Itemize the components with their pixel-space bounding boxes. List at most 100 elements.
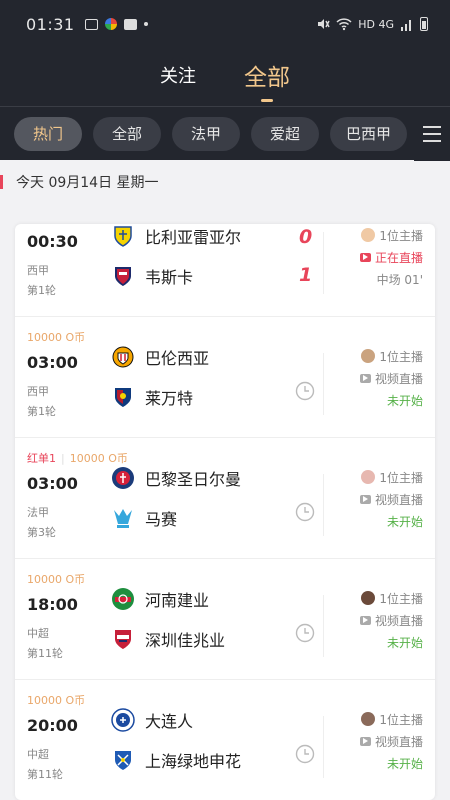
gallery-icon — [84, 18, 98, 30]
away-team: 莱万特 — [111, 385, 193, 409]
home-team: 河南建业 — [111, 587, 209, 611]
tab-follow[interactable]: 关注 — [160, 62, 196, 92]
more-dot-icon — [143, 22, 148, 26]
status-time: 01:31 — [26, 14, 75, 34]
coin-tag: 10000 O币 — [27, 331, 86, 344]
match-item[interactable]: 00:30 西甲 第1轮 比利亚雷亚尔 韦斯卡 0 1 1位主播 正在直播 中场… — [15, 224, 435, 317]
team-name: 河南建业 — [145, 591, 210, 610]
divider — [323, 716, 324, 778]
coin-tag: 10000 O币 — [27, 694, 86, 707]
match-tags: 10000 O币 — [15, 680, 435, 708]
tab-all[interactable]: 全部 — [244, 58, 290, 102]
league-tab-irish[interactable]: 爱超 — [251, 116, 319, 151]
anchor-avatar — [361, 470, 376, 484]
match-item[interactable]: 10000 O币 20:00 中超 第11轮 大连人 上海绿地申花 1位主播 视… — [15, 680, 435, 800]
divider — [323, 232, 324, 294]
date-label: 今天 09月14日 星期一 — [16, 175, 159, 191]
team-name: 莱万特 — [145, 389, 194, 408]
round-label: 第1轮 — [27, 405, 56, 418]
app-icon — [104, 18, 117, 30]
away-team: 马赛 — [111, 506, 177, 530]
tag-separator: | — [61, 452, 65, 465]
home-team: 巴伦西亚 — [111, 345, 209, 369]
kickoff-time: 00:30 — [27, 232, 78, 251]
psg-badge-icon — [112, 467, 134, 489]
match-status: 未开始 — [386, 635, 423, 650]
broadcast-label: 正在直播 — [374, 250, 423, 265]
menu-icon[interactable] — [414, 107, 450, 161]
video-play-icon — [359, 373, 371, 383]
match-status: 未开始 — [386, 393, 423, 408]
team-name: 上海绿地申花 — [145, 752, 242, 771]
home-team: 大连人 — [111, 708, 193, 732]
broadcast-label: 视频直播 — [374, 492, 423, 507]
league-tab-hot[interactable]: 热门 — [14, 116, 82, 151]
team-name: 韦斯卡 — [145, 268, 194, 287]
signal-icon — [401, 20, 411, 31]
home-team: 比利亚雷亚尔 — [111, 224, 241, 248]
date-header: 今天 09月14日 星期一 — [0, 160, 450, 204]
away-score: 1 — [299, 264, 313, 286]
home-team: 巴黎圣日尔曼 — [111, 466, 241, 490]
away-team: 韦斯卡 — [111, 264, 193, 288]
kickoff-time: 03:00 — [27, 474, 78, 493]
anchor-count: 1位主播 — [379, 712, 423, 727]
coin-tag: 10000 O币 — [69, 452, 128, 465]
anchor-count: 1位主播 — [379, 349, 423, 364]
divider — [323, 353, 324, 415]
broadcast-label: 视频直播 — [374, 734, 423, 749]
broadcast-label: 视频直播 — [374, 371, 423, 386]
video-play-icon — [359, 736, 371, 746]
anchor-avatar — [361, 228, 376, 242]
villarreal-badge-icon — [114, 226, 132, 247]
broadcast-label: 视频直播 — [374, 613, 423, 628]
match-tags: 10000 O币 — [15, 317, 435, 345]
team-name: 巴伦西亚 — [145, 349, 210, 368]
match-item[interactable]: 红单1 | 10000 O币 03:00 法甲 第3轮 巴黎圣日尔曼 马赛 1位主播… — [15, 438, 435, 559]
shenzhen-badge-icon — [115, 630, 131, 649]
anchor-avatar — [361, 591, 376, 605]
match-status: 未开始 — [386, 514, 423, 529]
league-name: 中超 — [27, 627, 49, 640]
team-name: 深圳佳兆业 — [145, 631, 226, 650]
round-label: 第1轮 — [27, 284, 56, 297]
league-name: 中超 — [27, 748, 49, 761]
match-item[interactable]: 10000 O币 18:00 中超 第11轮 河南建业 深圳佳兆业 1位主播 视… — [15, 559, 435, 680]
henan-jianye-badge-icon — [112, 588, 134, 610]
anchor-count: 1位主播 — [379, 470, 423, 485]
dalian-badge-icon — [111, 708, 135, 732]
league-tab-brazil[interactable]: 巴西甲 — [330, 116, 408, 151]
kickoff-time: 18:00 — [27, 595, 78, 614]
mute-icon — [318, 19, 330, 29]
video-play-icon — [359, 494, 371, 504]
coin-tag: 10000 O币 — [27, 573, 86, 586]
shenhua-badge-icon — [115, 751, 131, 770]
divider — [323, 595, 324, 657]
team-name: 马赛 — [145, 510, 178, 529]
match-status: 中场 01' — [376, 272, 423, 287]
status-bar: 01:31 HD 4G — [0, 0, 450, 48]
levante-badge-icon — [115, 388, 131, 407]
away-team: 上海绿地申花 — [111, 748, 241, 772]
huesca-badge-icon — [115, 267, 131, 286]
league-tab-ligue1[interactable]: 法甲 — [172, 116, 240, 151]
round-label: 第11轮 — [27, 647, 63, 660]
battery-icon — [420, 17, 428, 31]
match-tags: 10000 O币 — [15, 559, 435, 587]
team-name: 巴黎圣日尔曼 — [145, 470, 242, 489]
team-name: 比利亚雷亚尔 — [145, 228, 242, 247]
broadcast-info: 1位主播 视频直播 未开始 — [339, 708, 423, 774]
message-icon — [123, 18, 137, 30]
red-tag: 红单1 — [27, 452, 56, 465]
league-name: 西甲 — [27, 385, 49, 398]
league-filter-bar: 热门 全部 法甲 爱超 巴西甲 — [0, 106, 450, 161]
league-name: 西甲 — [27, 264, 49, 277]
marseille-badge-icon — [114, 509, 132, 528]
broadcast-info: 1位主播 正在直播 中场 01' — [339, 224, 423, 290]
match-item[interactable]: 10000 O币 03:00 西甲 第1轮 巴伦西亚 莱万特 1位主播 视频直播… — [15, 317, 435, 438]
video-play-icon — [359, 615, 371, 625]
wifi-icon — [336, 18, 352, 31]
network-label: HD 4G — [358, 17, 394, 31]
league-tab-all[interactable]: 全部 — [93, 116, 161, 151]
home-score: 0 — [299, 226, 313, 248]
